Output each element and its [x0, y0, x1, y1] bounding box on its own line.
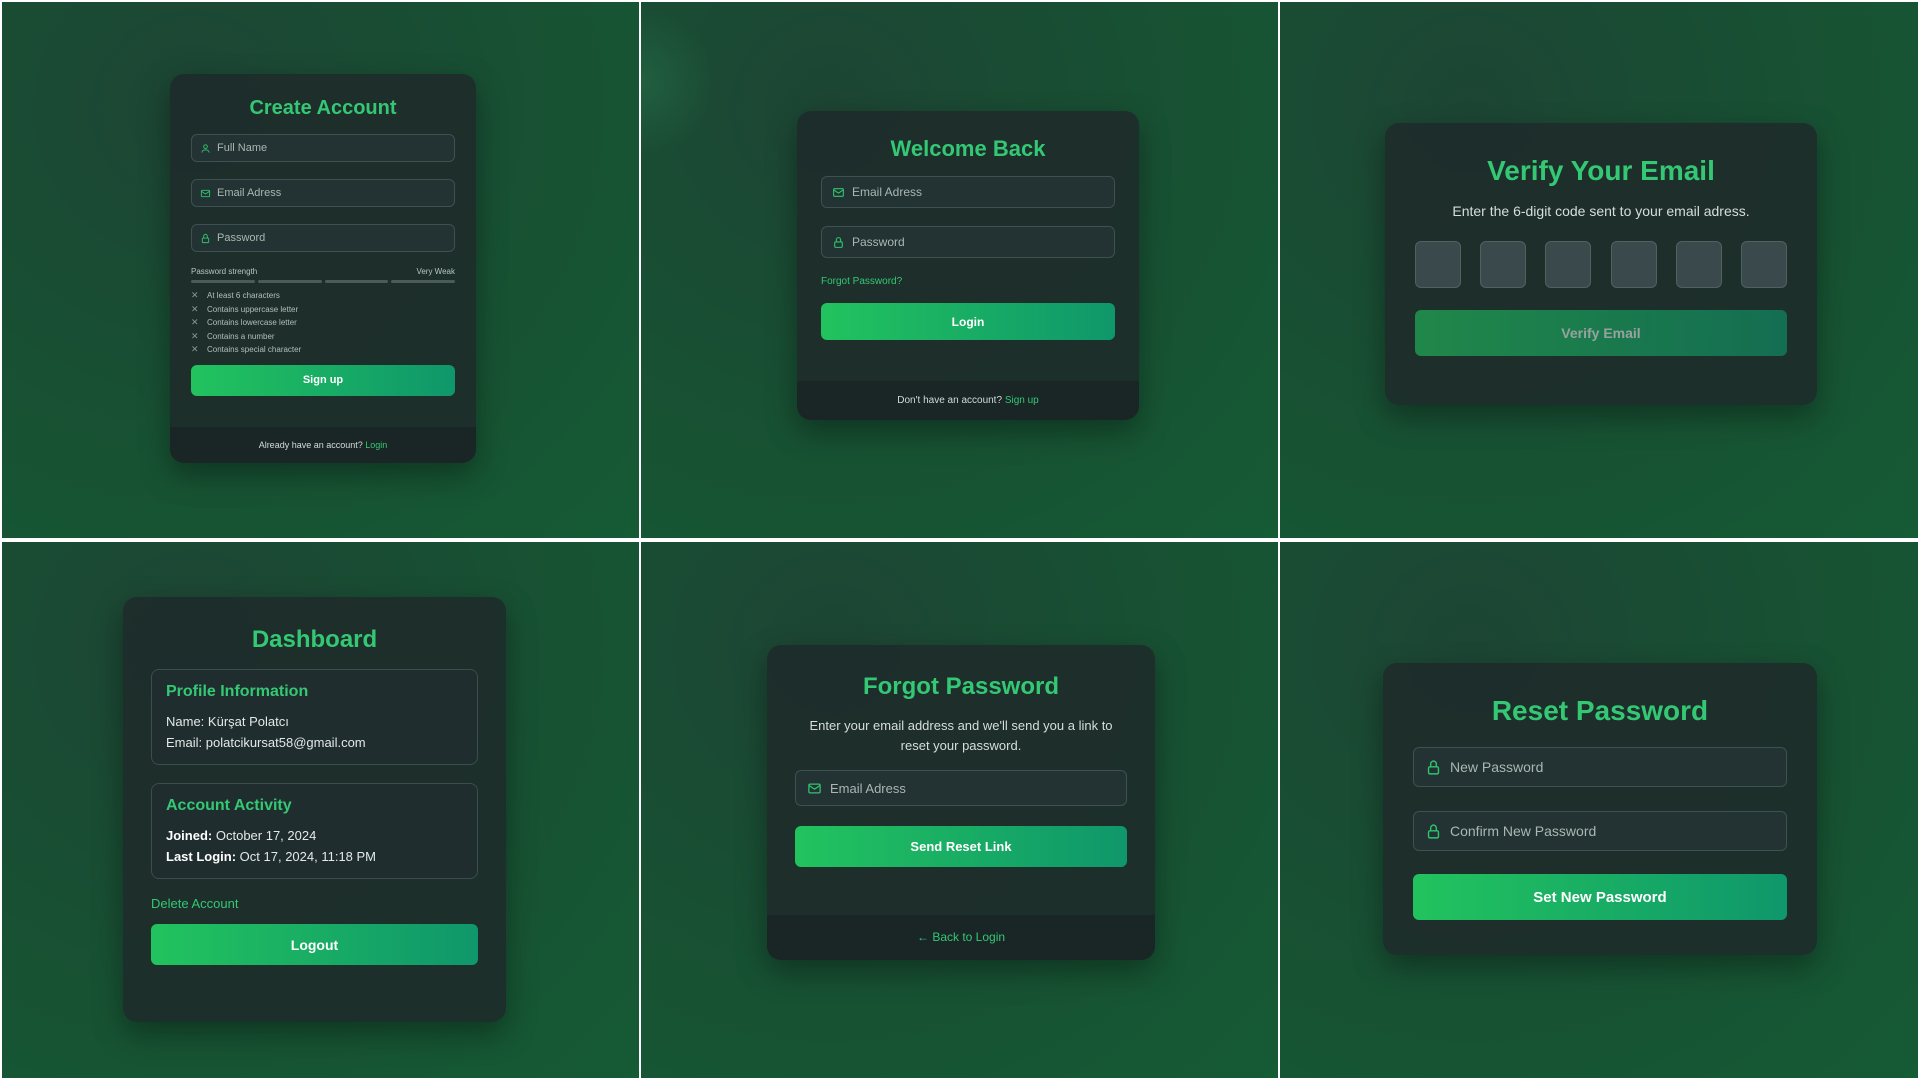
- login-button[interactable]: Login: [821, 303, 1115, 340]
- signup-title: Create Account: [249, 97, 397, 119]
- requirement-item: ✕ Contains special character: [191, 344, 302, 355]
- logout-button[interactable]: Logout: [151, 924, 478, 965]
- strength-value: Very Weak: [416, 267, 455, 276]
- strength-meter: [191, 280, 455, 283]
- requirement-item: ✕ Contains a number: [191, 330, 275, 341]
- email-input[interactable]: Email Adress: [821, 176, 1115, 208]
- mail-icon: [200, 188, 211, 199]
- code-digit-input[interactable]: [1545, 241, 1592, 288]
- verify-title: Verify Your Email: [1487, 155, 1715, 186]
- strength-bar: [191, 280, 255, 283]
- login-link[interactable]: Login: [365, 440, 387, 450]
- background-glow: [641, 2, 711, 162]
- signup-panel: Create Account Full Name Email Adress Pa…: [2, 2, 639, 538]
- confirm-password-placeholder: Confirm New Password: [1450, 823, 1597, 839]
- reset-card: Reset Password New Password Confirm New …: [1383, 663, 1817, 955]
- full-name-input[interactable]: Full Name: [191, 134, 455, 162]
- send-reset-link-button[interactable]: Send Reset Link: [795, 826, 1127, 867]
- code-inputs: [1415, 241, 1787, 288]
- login-title: Welcome Back: [890, 136, 1046, 161]
- password-input[interactable]: Password: [191, 224, 455, 252]
- x-icon: ✕: [191, 330, 199, 341]
- forgot-card: Forgot Password Enter your email address…: [767, 645, 1155, 960]
- confirm-password-input[interactable]: Confirm New Password: [1413, 811, 1787, 851]
- forgot-panel: Forgot Password Enter your email address…: [641, 542, 1278, 1078]
- set-new-password-button[interactable]: Set New Password: [1413, 874, 1787, 920]
- login-card: Welcome Back Email Adress Password Forgo…: [797, 111, 1139, 420]
- code-digit-input[interactable]: [1480, 241, 1527, 288]
- strength-bar: [391, 280, 455, 283]
- reset-panel: Reset Password New Password Confirm New …: [1280, 542, 1918, 1078]
- reset-title: Reset Password: [1491, 695, 1709, 726]
- arrow-left-icon: ←: [916, 930, 929, 944]
- x-icon: ✕: [191, 290, 199, 301]
- verify-panel: Verify Your Email Enter the 6-digit code…: [1280, 2, 1918, 538]
- strength-label: Password strength: [191, 267, 258, 276]
- code-digit-input[interactable]: [1610, 241, 1657, 288]
- mail-icon: [832, 186, 845, 199]
- strength-bar: [257, 280, 322, 283]
- x-icon: ✕: [191, 303, 199, 314]
- verify-email-button[interactable]: Verify Email: [1415, 310, 1787, 356]
- requirement-item: ✕ Contains uppercase letter: [191, 303, 299, 314]
- signup-card: Create Account Full Name Email Adress Pa…: [170, 74, 476, 463]
- new-password-input[interactable]: New Password: [1413, 747, 1787, 787]
- code-digit-input[interactable]: [1675, 241, 1722, 288]
- verify-subtitle: Enter the 6-digit code sent to your emai…: [1452, 203, 1750, 219]
- profile-name: Name: Kürşat Polatcı: [166, 714, 289, 729]
- lock-icon: [1425, 759, 1442, 776]
- email-input[interactable]: Email Adress: [191, 179, 455, 207]
- profile-email: Email: polatcikursat58@gmail.com: [166, 735, 366, 750]
- x-icon: ✕: [191, 317, 199, 328]
- login-footer: Don't have an account? Sign up: [797, 381, 1139, 420]
- requirement-item: ✕ Contains lowercase letter: [191, 317, 297, 328]
- mail-icon: [807, 781, 822, 796]
- x-icon: ✕: [191, 344, 199, 355]
- activity-heading: Account Activity: [166, 797, 292, 814]
- email-placeholder: Email Adress: [852, 185, 923, 199]
- lock-icon: [200, 233, 211, 244]
- new-password-placeholder: New Password: [1450, 759, 1544, 775]
- email-placeholder: Email Adress: [217, 187, 282, 199]
- activity-section: Account Activity Joined: October 17, 202…: [151, 783, 478, 879]
- signup-link[interactable]: Sign up: [1005, 395, 1039, 406]
- profile-section: Profile Information Name: Kürşat Polatcı…: [151, 669, 478, 765]
- dashboard-panel: Dashboard Profile Information Name: Kürş…: [2, 542, 639, 1078]
- email-input[interactable]: Email Adress: [795, 770, 1127, 806]
- strength-bar: [324, 280, 389, 283]
- user-icon: [200, 143, 211, 154]
- password-placeholder: Password: [852, 235, 905, 249]
- email-placeholder: Email Adress: [830, 780, 906, 796]
- back-to-login-link[interactable]: ← Back to Login: [917, 930, 1005, 944]
- lock-icon: [832, 236, 845, 249]
- dashboard-title: Dashboard: [251, 626, 378, 653]
- dashboard-card: Dashboard Profile Information Name: Kürş…: [123, 597, 506, 1022]
- last-login: Last Login: Oct 17, 2024, 11:18 PM: [166, 849, 377, 864]
- full-name-placeholder: Full Name: [217, 142, 268, 154]
- forgot-title: Forgot Password: [862, 673, 1060, 700]
- forgot-footer: ← Back to Login: [767, 915, 1155, 960]
- password-strength-row: Password strength Very Weak: [191, 267, 455, 276]
- login-panel: Welcome Back Email Adress Password Forgo…: [641, 2, 1278, 538]
- signup-button[interactable]: Sign up: [191, 364, 455, 396]
- verify-card: Verify Your Email Enter the 6-digit code…: [1385, 123, 1817, 405]
- password-placeholder: Password: [217, 232, 266, 244]
- delete-account-link[interactable]: Delete Account: [151, 896, 478, 911]
- forgot-password-link[interactable]: Forgot Password?: [821, 276, 1115, 287]
- code-digit-input[interactable]: [1415, 241, 1461, 288]
- signup-footer: Already have an account? Login: [170, 427, 476, 463]
- lock-icon: [1425, 823, 1442, 840]
- password-requirements: ✕ At least 6 characters ✕ Contains upperca…: [191, 289, 455, 357]
- profile-heading: Profile Information: [166, 683, 309, 700]
- password-input[interactable]: Password: [821, 226, 1115, 258]
- requirement-item: ✕ At least 6 characters: [191, 290, 280, 301]
- forgot-subtitle: Enter your email address and we'll send …: [809, 718, 1113, 753]
- code-digit-input[interactable]: [1740, 241, 1787, 288]
- joined-date: Joined: October 17, 2024: [166, 828, 317, 843]
